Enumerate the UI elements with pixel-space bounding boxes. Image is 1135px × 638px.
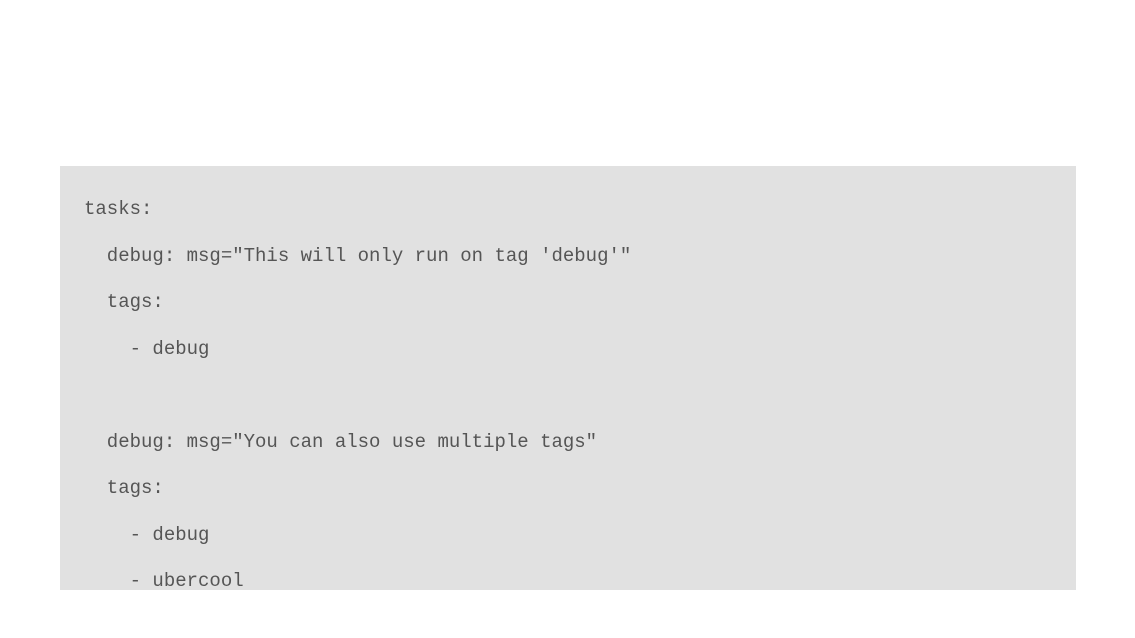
code-line: tasks:: [84, 198, 152, 220]
code-line: - debug: [84, 338, 209, 360]
code-line: debug: msg="This will only run on tag 'd…: [84, 245, 631, 267]
code-line: tags:: [84, 291, 164, 313]
code-block: tasks: debug: msg="This will only run on…: [60, 166, 1076, 590]
code-line: tags:: [84, 477, 164, 499]
code-line: debug: msg="You can also use multiple ta…: [84, 431, 597, 453]
code-line: - debug: [84, 524, 209, 546]
code-line: - ubercool: [84, 570, 244, 590]
